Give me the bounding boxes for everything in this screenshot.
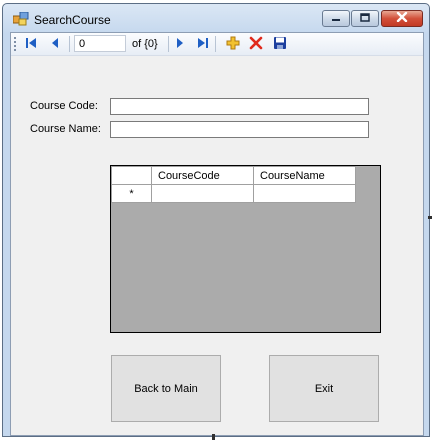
move-previous-icon: [49, 37, 61, 52]
resize-grip-bottom[interactable]: [212, 434, 215, 440]
move-first-button[interactable]: [23, 36, 39, 52]
move-previous-button[interactable]: [47, 36, 63, 52]
move-next-icon: [174, 37, 186, 52]
new-row-marker[interactable]: *: [111, 184, 152, 203]
move-last-button[interactable]: [195, 36, 211, 52]
course-name-input[interactable]: [110, 121, 369, 138]
save-icon: [273, 36, 287, 53]
grid-corner-cell[interactable]: [111, 166, 152, 185]
delete-icon: [249, 36, 263, 53]
form-app-icon: [12, 11, 29, 26]
window-title: SearchCourse: [34, 13, 111, 27]
title-bar[interactable]: SearchCourse: [3, 4, 429, 34]
new-row-coursename-cell[interactable]: [253, 184, 356, 203]
toolbar-grip[interactable]: [14, 37, 16, 51]
grid-table: CourseCode CourseName *: [111, 166, 356, 203]
minimize-icon: [331, 13, 341, 25]
move-last-icon: [197, 37, 209, 52]
maximize-button[interactable]: [351, 10, 379, 27]
close-icon: [396, 11, 408, 25]
add-new-button[interactable]: [225, 36, 241, 52]
search-course-window: SearchCourse 0 of {0} Course Code: Cours…: [2, 3, 430, 437]
position-input[interactable]: [74, 35, 126, 52]
minimize-button[interactable]: [322, 10, 350, 27]
new-row: *: [111, 184, 356, 203]
maximize-icon: [360, 12, 370, 25]
toolbar-separator: [215, 36, 216, 52]
course-code-input[interactable]: [110, 98, 369, 115]
new-row-coursecode-cell[interactable]: [151, 184, 254, 203]
column-header-coursecode[interactable]: CourseCode: [151, 166, 254, 185]
resize-grip-right[interactable]: [428, 216, 432, 219]
form-client-area: of {0}: [10, 32, 424, 436]
count-label: of {0}: [132, 38, 158, 50]
course-data-grid[interactable]: CourseCode CourseName *: [110, 165, 381, 333]
add-new-icon: [226, 36, 240, 53]
toolbar-separator: [69, 36, 70, 52]
save-button[interactable]: [272, 36, 288, 52]
binding-navigator: of {0}: [11, 33, 423, 56]
back-to-main-button[interactable]: Back to Main: [111, 355, 221, 422]
course-code-label: Course Code:: [30, 100, 98, 112]
move-first-icon: [25, 37, 37, 52]
course-name-label: Course Name:: [30, 123, 101, 135]
grid-header-row: CourseCode CourseName: [111, 166, 356, 185]
column-header-coursename[interactable]: CourseName: [253, 166, 356, 185]
close-button[interactable]: [381, 10, 423, 27]
toolbar-separator: [168, 36, 169, 52]
exit-button[interactable]: Exit: [269, 355, 379, 422]
delete-button[interactable]: [248, 36, 264, 52]
move-next-button[interactable]: [172, 36, 188, 52]
